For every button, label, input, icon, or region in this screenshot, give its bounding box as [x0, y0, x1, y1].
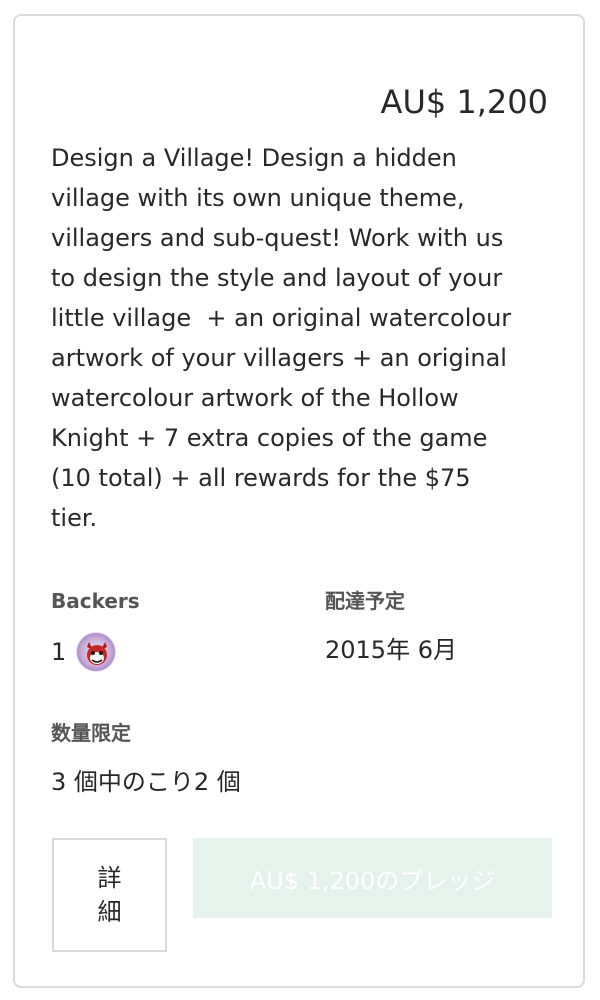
reward-card: AU$ 1,200 Design a Village! Design a hid… — [13, 14, 585, 988]
pledge-button[interactable]: AU$ 1,200のプレッジ — [193, 838, 552, 918]
backers-label: Backers — [51, 589, 140, 613]
backer-avatar-icon — [87, 642, 108, 665]
delivery-label: 配達予定 — [325, 589, 405, 613]
limited-value: 3 個中のこり2 個 — [51, 768, 241, 796]
reward-amount: AU$ 1,200 — [380, 83, 548, 121]
pledge-button-label: AU$ 1,200のプレッジ — [249, 866, 496, 895]
details-button-label: 詳細 — [97, 864, 122, 926]
backers-row: 1 — [51, 632, 117, 672]
backers-count: 1 — [51, 638, 67, 666]
limited-label: 数量限定 — [51, 721, 131, 745]
backer-avatar[interactable] — [76, 632, 117, 672]
reward-description: Design a Village! Design a hidden villag… — [51, 144, 512, 532]
delivery-value: 2015年 6月 — [325, 636, 457, 664]
details-button[interactable]: 詳細 — [52, 838, 167, 952]
